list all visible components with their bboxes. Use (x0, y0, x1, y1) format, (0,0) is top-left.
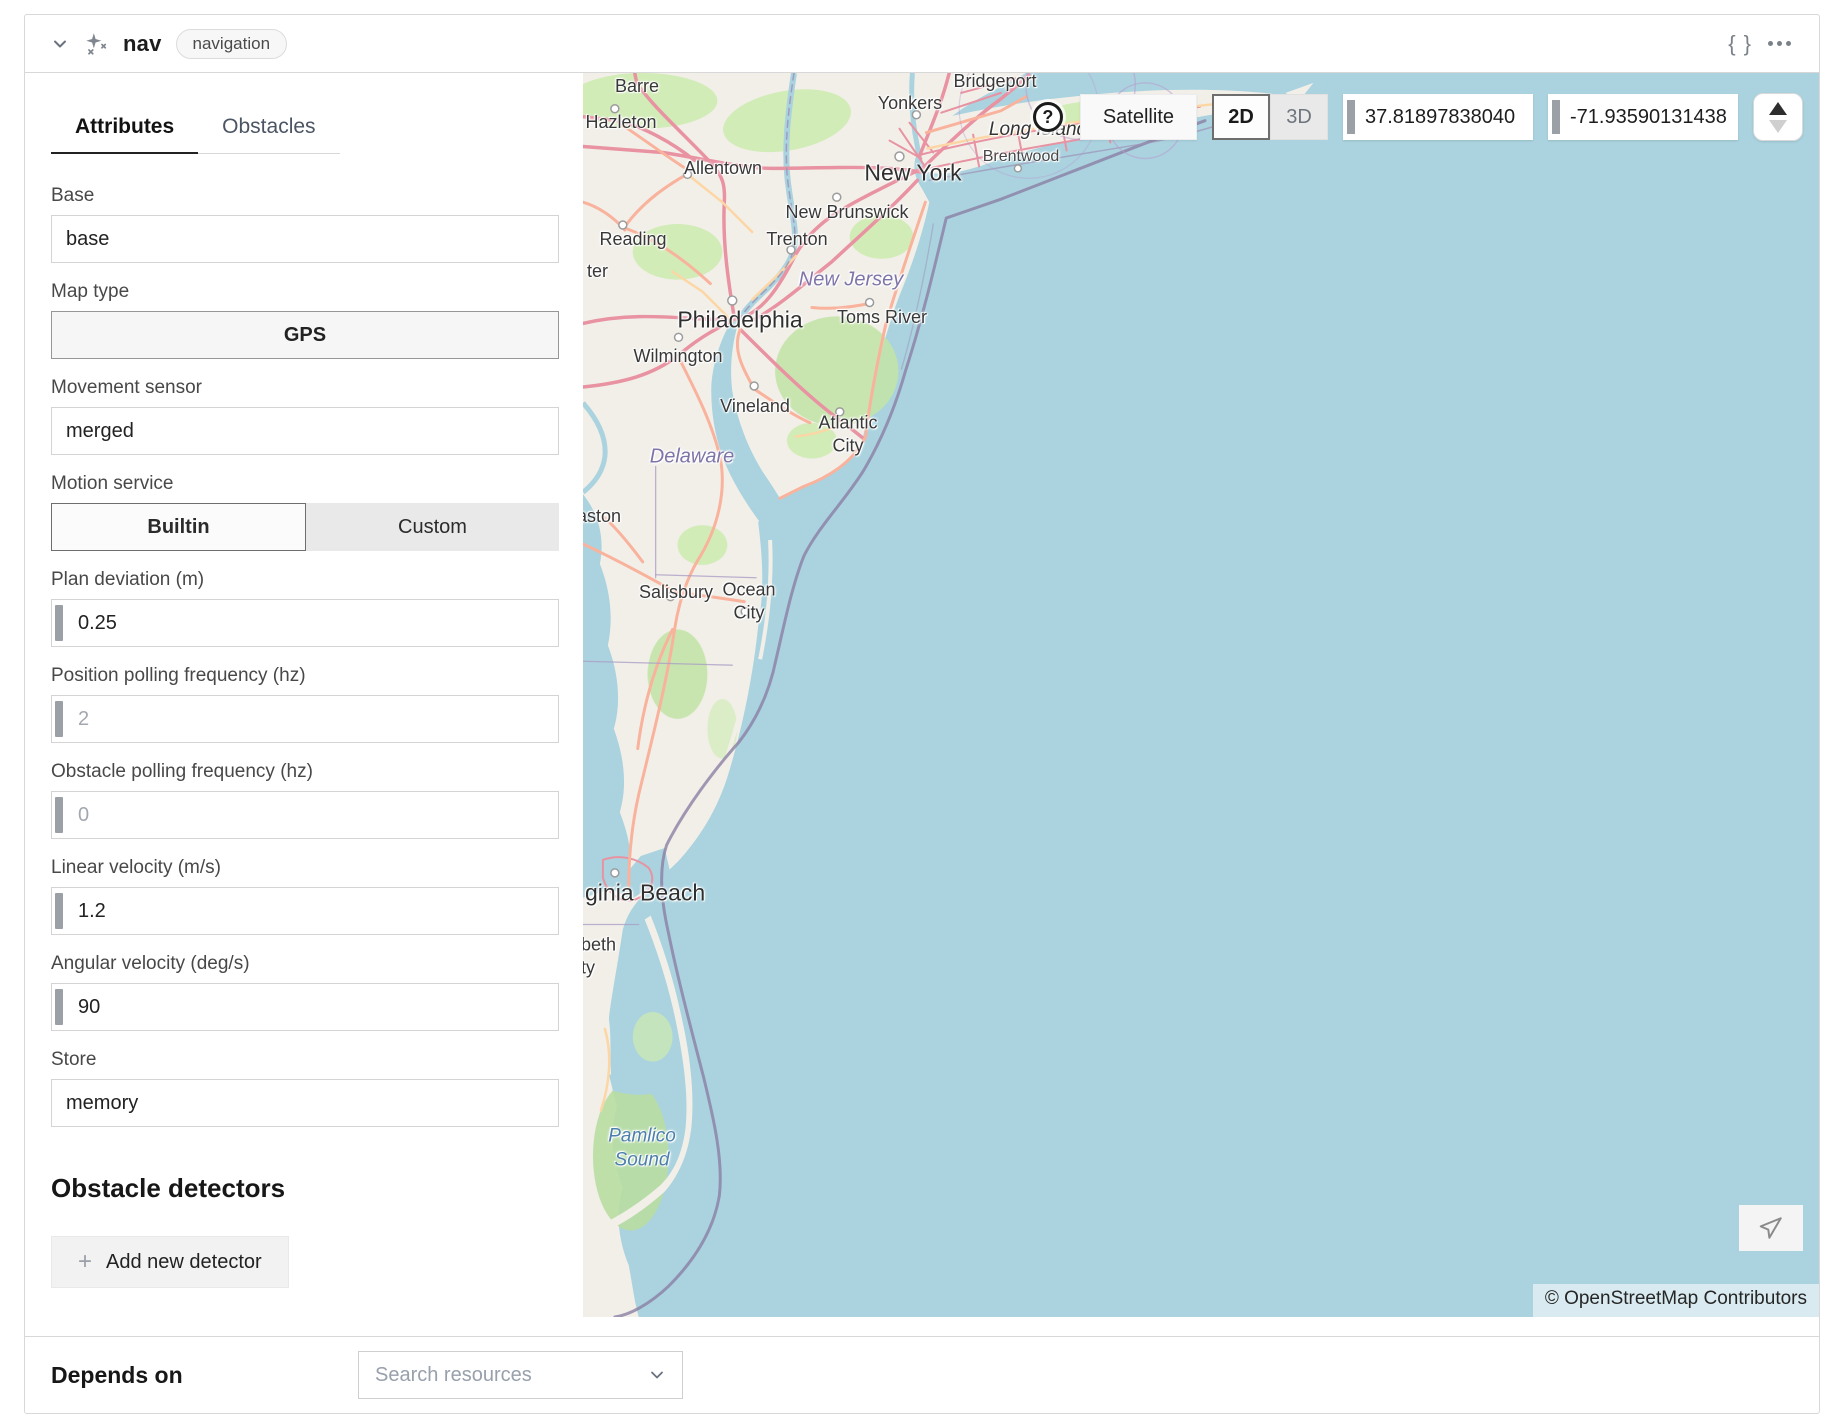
obstacle-polling-frequency-label: Obstacle polling frequency (hz) (51, 760, 559, 784)
map-canvas[interactable] (583, 73, 1819, 1317)
map-attribution: © OpenStreetMap Contributors (1533, 1284, 1819, 1317)
fields-container: Base Map type GPS Movement sensor Motion ser… (51, 184, 559, 1127)
movement-sensor-input[interactable] (51, 407, 559, 455)
panel-tabs: AttributesObstacles (51, 107, 340, 154)
linear-velocity-label: Linear velocity (m/s) (51, 856, 559, 880)
base-input[interactable] (51, 215, 559, 263)
plan-deviation-field (51, 599, 559, 647)
store-input[interactable] (51, 1079, 559, 1127)
motion-service-option-custom[interactable]: Custom (306, 503, 559, 551)
latitude-drag-handle[interactable] (1347, 100, 1355, 134)
resource-name: nav (123, 31, 162, 57)
view-mode-toggle: 2D 3D (1212, 94, 1328, 140)
attributes-panel: AttributesObstacles Base Map type GPS Movem… (25, 73, 583, 1336)
field-store: Store (51, 1048, 559, 1127)
longitude-field (1548, 94, 1738, 140)
card-footer: Depends on Search resources (25, 1336, 1819, 1413)
position-polling-frequency-field (51, 695, 559, 743)
position-polling-frequency-input[interactable] (52, 696, 558, 742)
map-type-label: Map type (51, 280, 559, 304)
movement-sensor-label: Movement sensor (51, 376, 559, 400)
longitude-input[interactable] (1548, 106, 1738, 129)
field-base: Base (51, 184, 559, 263)
plan-deviation-input[interactable] (52, 600, 558, 646)
field-motion-service: Motion service BuiltinCustom (51, 472, 559, 551)
help-icon[interactable]: ? (1033, 102, 1063, 132)
service-sparkle-icon (83, 31, 109, 57)
obstacle-polling-frequency-input[interactable] (52, 792, 558, 838)
linear-velocity-drag-handle[interactable] (55, 893, 63, 929)
json-mode-icon[interactable]: { } (1728, 31, 1752, 57)
card-body: AttributesObstacles Base Map type GPS Movem… (25, 73, 1819, 1336)
satellite-toggle-button[interactable]: Satellite (1080, 94, 1197, 140)
plus-icon: + (78, 1250, 92, 1274)
step-down-icon (1769, 120, 1787, 133)
motion-service-option-builtin[interactable]: Builtin (51, 503, 306, 551)
map-controls: ? Satellite 2D 3D (1033, 93, 1803, 141)
base-label: Base (51, 184, 559, 208)
plan-deviation-label: Plan deviation (m) (51, 568, 559, 592)
linear-velocity-field (51, 887, 559, 935)
mode-2d-button[interactable]: 2D (1212, 94, 1270, 140)
store-label: Store (51, 1048, 559, 1072)
longitude-drag-handle[interactable] (1552, 100, 1560, 134)
tab-attributes[interactable]: Attributes (51, 107, 198, 154)
angular-velocity-label: Angular velocity (deg/s) (51, 952, 559, 976)
depends-on-select[interactable]: Search resources (358, 1351, 683, 1399)
latitude-input[interactable] (1343, 106, 1533, 129)
resource-type-badge: navigation (176, 29, 288, 59)
field-position-polling-frequency: Position polling frequency (hz) (51, 664, 559, 743)
field-plan-deviation: Plan deviation (m) (51, 568, 559, 647)
add-detector-button[interactable]: + Add new detector (51, 1236, 289, 1288)
field-angular-velocity: Angular velocity (deg/s) (51, 952, 559, 1031)
chevron-down-icon (648, 1366, 666, 1384)
resource-card: nav navigation { } AttributesObstacles B… (24, 14, 1820, 1414)
step-up-icon (1769, 102, 1787, 115)
field-linear-velocity: Linear velocity (m/s) (51, 856, 559, 935)
field-movement-sensor: Movement sensor (51, 376, 559, 455)
more-options-icon[interactable] (1766, 35, 1793, 52)
select-placeholder: Search resources (375, 1364, 532, 1387)
motion-service-label: Motion service (51, 472, 559, 496)
plan-deviation-drag-handle[interactable] (55, 605, 63, 641)
card-header: nav navigation { } (25, 15, 1819, 73)
locate-button[interactable] (1739, 1205, 1803, 1251)
navigation-arrow-icon (1758, 1215, 1784, 1241)
mode-3d-button[interactable]: 3D (1270, 94, 1328, 140)
depends-on-label: Depends on (51, 1362, 358, 1389)
collapse-chevron-icon[interactable] (51, 35, 69, 53)
position-polling-frequency-label: Position polling frequency (hz) (51, 664, 559, 688)
obstacle-polling-frequency-drag-handle[interactable] (55, 797, 63, 833)
map-area[interactable]: BarreHazletonYonkersBridgeportNew YorkLo… (583, 73, 1819, 1317)
linear-velocity-input[interactable] (52, 888, 558, 934)
obstacle-detectors-heading: Obstacle detectors (51, 1173, 559, 1204)
tab-obstacles[interactable]: Obstacles (198, 107, 339, 154)
field-obstacle-polling-frequency: Obstacle polling frequency (hz) (51, 760, 559, 839)
zoom-stepper[interactable] (1753, 93, 1803, 141)
map-type-button[interactable]: GPS (51, 311, 559, 359)
page: nav navigation { } AttributesObstacles B… (0, 0, 1844, 1428)
latitude-field (1343, 94, 1533, 140)
motion-service-segmented: BuiltinCustom (51, 503, 559, 551)
position-polling-frequency-drag-handle[interactable] (55, 701, 63, 737)
field-map-type: Map type GPS (51, 280, 559, 359)
angular-velocity-field (51, 983, 559, 1031)
angular-velocity-drag-handle[interactable] (55, 989, 63, 1025)
obstacle-polling-frequency-field (51, 791, 559, 839)
angular-velocity-input[interactable] (52, 984, 558, 1030)
